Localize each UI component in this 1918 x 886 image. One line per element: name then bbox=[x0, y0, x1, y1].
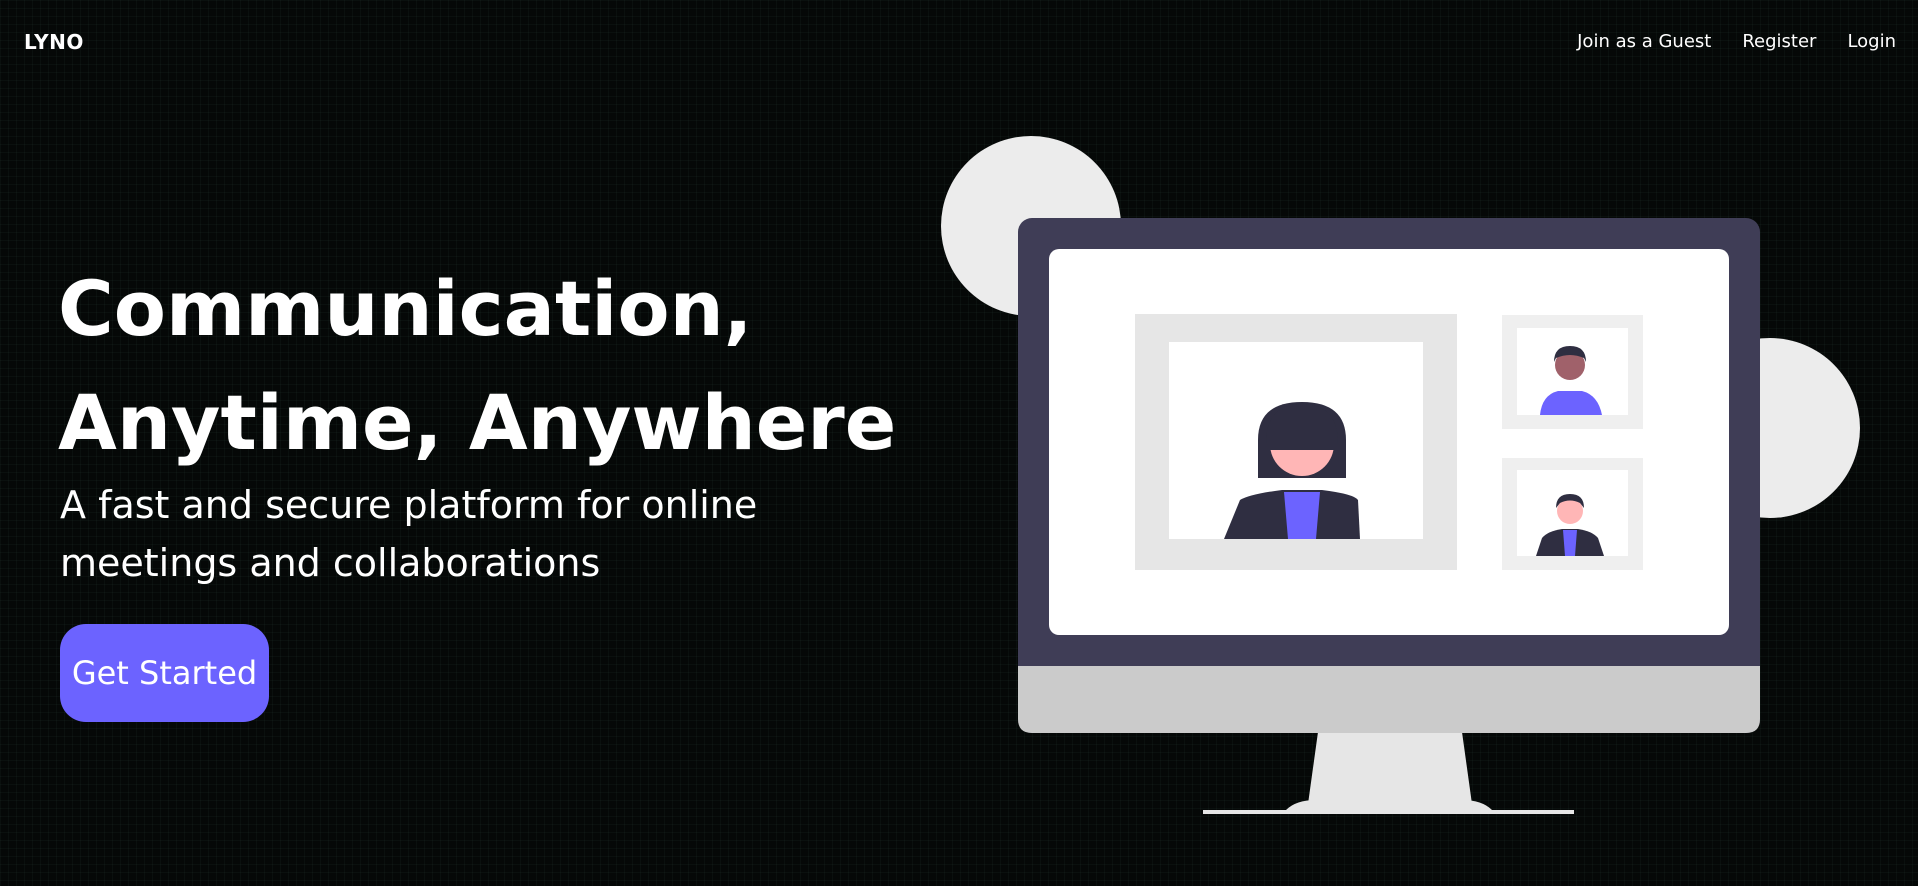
main-video-tile bbox=[1135, 314, 1457, 570]
participant-tile-2 bbox=[1502, 458, 1643, 570]
participant-tile-1 bbox=[1502, 315, 1643, 429]
monitor-stand bbox=[1203, 732, 1574, 814]
video-meeting-illustration bbox=[941, 136, 1860, 814]
